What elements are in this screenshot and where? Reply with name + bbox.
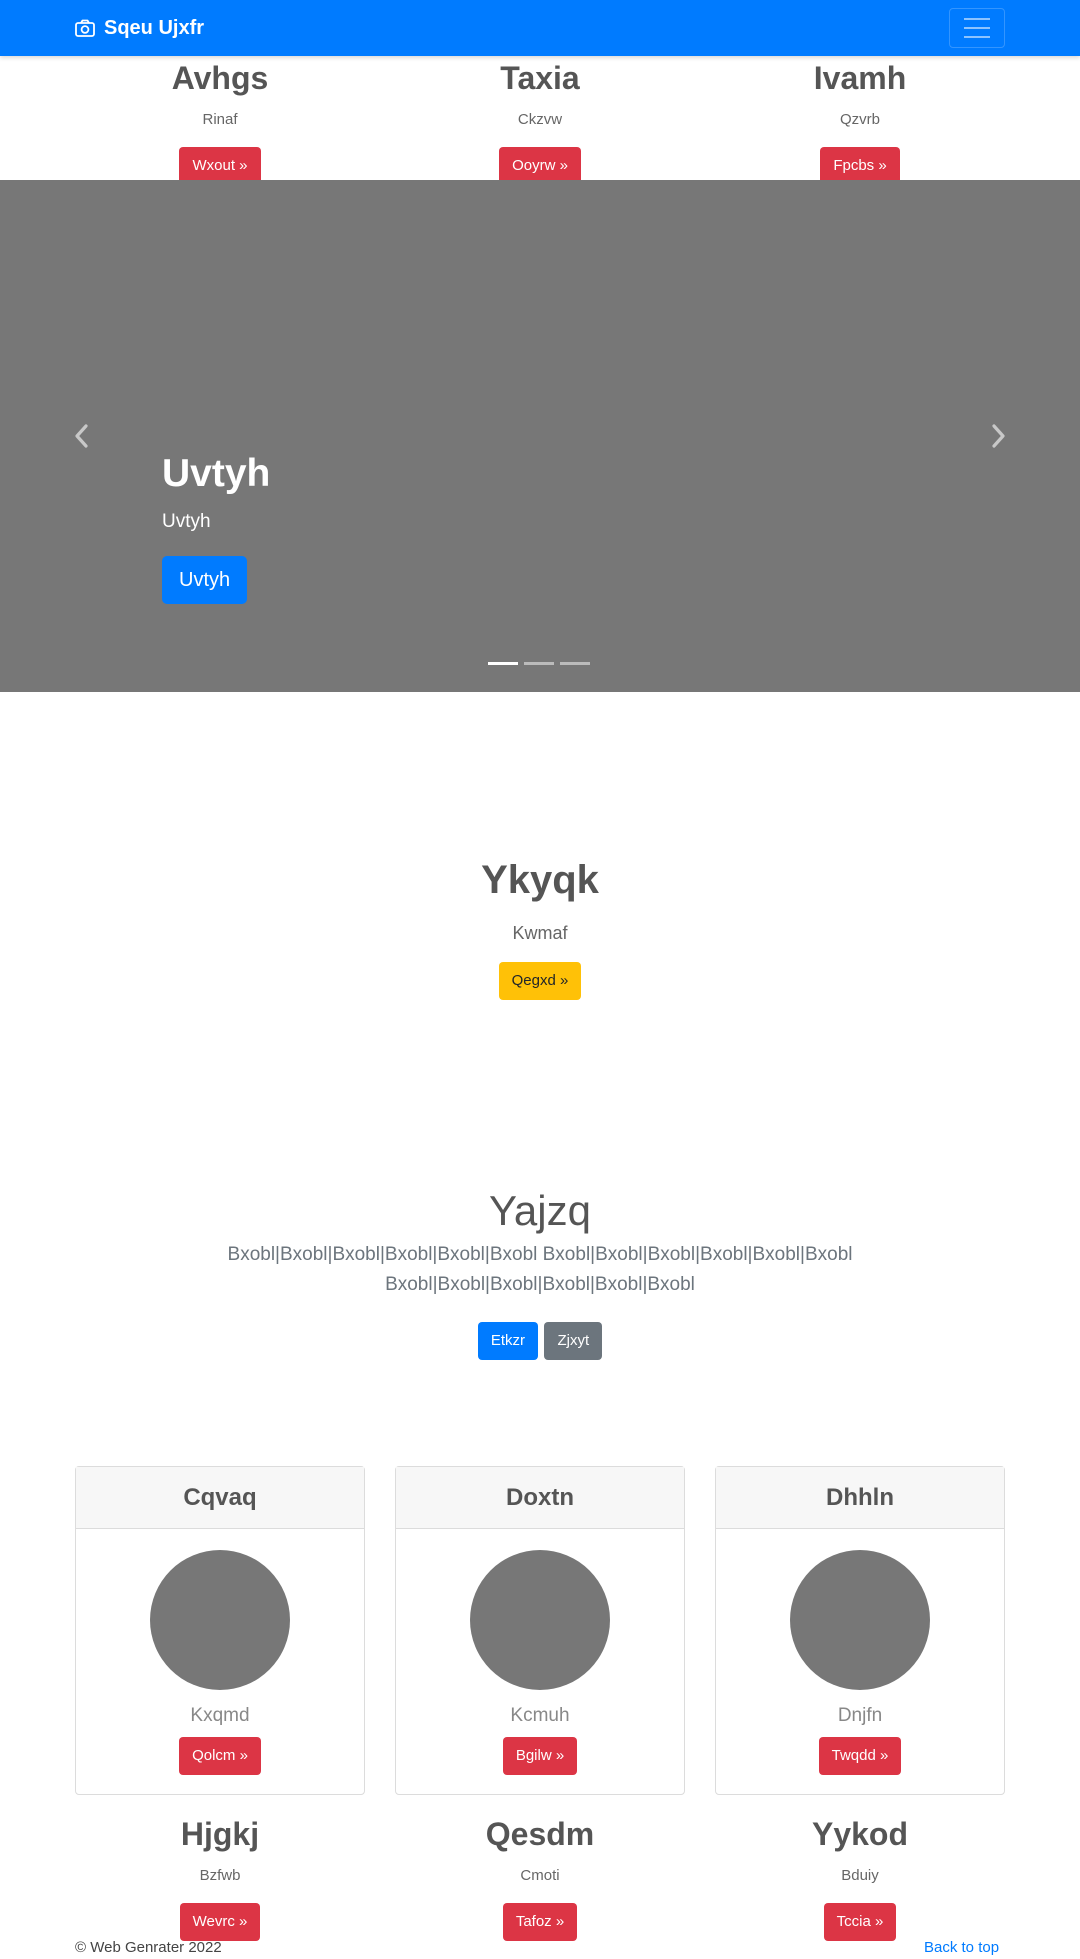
carousel-indicator-2[interactable] [524,662,554,665]
column-subtitle: Cmoti [520,1867,560,1884]
card-text: Kxqmd [190,1705,250,1726]
column-title: Hjgkj [180,1816,260,1852]
bottom-column-2: Qesdm Cmoti Tafoz » [395,1818,685,1941]
top-column-3: Ivamh Qzvrb Fpcbs » [715,62,1005,185]
card-header: Dhhln [716,1467,1004,1529]
carousel-prev-button[interactable] [70,422,94,450]
carousel-next-button[interactable] [986,422,1010,450]
back-to-top-link[interactable]: Back to top [924,1939,999,1956]
card-button[interactable]: Twqdd » [818,1737,902,1775]
placeholder-image [470,1550,610,1690]
chevron-left-icon [75,424,88,448]
secondary-button[interactable]: Zjxyt [544,1322,603,1360]
navbar-toggler-button[interactable] [949,8,1005,48]
column-subtitle: Rinaf [202,111,238,128]
carousel-indicator-1[interactable] [488,662,518,665]
bottom-column-1: Hjgkj Bzfwb Wevrc » [75,1818,365,1941]
card-text: Dnjfn [837,1705,883,1726]
hero-subtitle: Kwmaf [512,923,568,943]
carousel-indicator-3[interactable] [560,662,590,665]
column-button[interactable]: Wevrc » [179,1903,261,1941]
card-3: Dhhln Dnjfn Twqdd » [715,1466,1005,1795]
carousel-button[interactable]: Uvtyh [162,556,248,604]
top-column-2: Taxia Ckzvw Ooyrw » [395,62,685,185]
primary-button[interactable]: Etkzr [477,1322,539,1360]
jumbotron-section: Yajzq Bxobl|Bxobl|Bxobl|Bxobl|Bxobl|Bxob… [0,1190,1080,1360]
carousel-caption: Uvtyh Uvtyh [162,454,270,531]
hero-title: Ykyqk [481,858,599,902]
column-title: Avhgs [171,60,269,96]
brand-link[interactable]: Sqeu Ujxfr [75,14,204,42]
camera-icon [75,19,95,37]
hamburger-menu-icon [964,18,990,20]
column-subtitle: Bduiy [841,1867,879,1884]
column-title: Yykod [811,1816,909,1852]
carousel-title: Uvtyh [162,452,271,495]
brand-name: Sqeu Ujxfr [104,16,205,39]
carousel: Uvtyh Uvtyh Uvtyh [0,180,1080,692]
card-text: Kcmuh [510,1705,570,1726]
card-header: Cqvaq [76,1467,364,1529]
placeholder-image [150,1550,290,1690]
column-title: Taxia [500,60,580,96]
carousel-subtitle: Uvtyh [162,511,211,532]
card-button[interactable]: Qolcm » [179,1737,261,1775]
chevron-right-icon [992,424,1005,448]
navbar: Sqeu Ujxfr [0,0,1080,56]
hero-section: Ykyqk Kwmaf Qegxd » [0,860,1080,1000]
column-subtitle: Qzvrb [839,111,880,128]
column-subtitle: Ckzvw [517,111,563,128]
jumbotron-text-line-1: Bxobl|Bxobl|Bxobl|Bxobl|Bxobl|Bxobl Bxob… [227,1244,853,1265]
jumbotron-title: Yajzq [489,1187,591,1234]
top-column-1: Avhgs Rinaf Wxout » [75,62,365,185]
hero-button[interactable]: Qegxd » [498,962,582,1000]
footer-copyright: © Web Genrater 2022 [75,1939,222,1956]
column-button[interactable]: Tafoz » [502,1903,578,1941]
card-1: Cqvaq Kxqmd Qolcm » [75,1466,365,1795]
card-2: Doxtn Kcmuh Bgilw » [395,1466,685,1795]
jumbotron-text-line-2: Bxobl|Bxobl|Bxobl|Bxobl|Bxobl|Bxobl [385,1274,695,1295]
column-subtitle: Bzfwb [199,1867,241,1884]
column-button[interactable]: Tccia » [823,1903,897,1941]
bottom-column-3: Yykod Bduiy Tccia » [715,1818,1005,1941]
column-title: Ivamh [813,60,907,96]
card-header: Doxtn [396,1467,684,1529]
column-title: Qesdm [485,1816,595,1852]
placeholder-image [790,1550,930,1690]
carousel-indicators [488,662,590,665]
card-button[interactable]: Bgilw » [502,1737,578,1775]
